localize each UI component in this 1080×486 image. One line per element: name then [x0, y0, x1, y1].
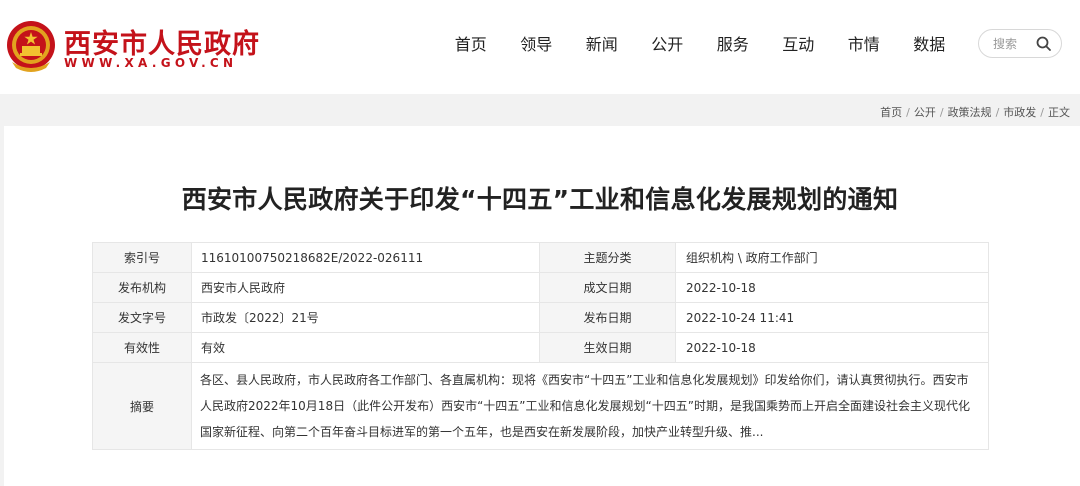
site-header: 西安市人民政府 WWW.XA.GOV.CN 首页 领导 新闻 公开 服务 互动 …: [0, 0, 1080, 94]
nav-item-services[interactable]: 服务: [700, 32, 766, 58]
table-row: 发文字号 市政发〔2022〕21号 发布日期 2022-10-24 11:41: [92, 302, 989, 333]
table-row: 索引号 11610100750218682E/2022-026111 主题分类 …: [92, 242, 989, 273]
publish-date-value: 2022-10-24 11:41: [675, 302, 989, 333]
written-date-label: 成文日期: [539, 272, 676, 303]
breadcrumb-item-home[interactable]: 首页: [880, 106, 902, 119]
table-row: 摘要 各区、县人民政府，市人民政府各工作部门、各直属机构：现将《西安市“十四五”…: [92, 362, 989, 450]
breadcrumb-separator: /: [906, 106, 910, 119]
breadcrumb-separator: /: [995, 106, 1000, 119]
validity-label: 有效性: [92, 332, 192, 363]
site-url: WWW.XA.GOV.CN: [64, 56, 238, 70]
document-info-table: 索引号 11610100750218682E/2022-026111 主题分类 …: [92, 242, 989, 450]
effective-date-value: 2022-10-18: [675, 332, 989, 363]
issuer-value: 西安市人民政府: [191, 272, 540, 303]
breadcrumb-item-current: 正文: [1048, 106, 1070, 119]
publish-date-label: 发布日期: [539, 302, 676, 333]
nav-item-news[interactable]: 新闻: [569, 32, 635, 58]
national-emblem-logo[interactable]: [6, 18, 56, 74]
nav-item-leaders[interactable]: 领导: [504, 32, 570, 58]
summary-label: 摘要: [92, 362, 192, 450]
nav-item-data[interactable]: 数据: [897, 32, 963, 58]
table-row: 有效性 有效 生效日期 2022-10-18: [92, 332, 989, 363]
validity-value: 有效: [191, 332, 540, 363]
article-title: 西安市人民政府关于印发“十四五”工业和信息化发展规划的通知: [181, 185, 899, 214]
search-box: [978, 29, 1062, 58]
nav-item-home[interactable]: 首页: [438, 32, 504, 58]
topic-value: 组织机构 \ 政府工作部门: [675, 242, 989, 273]
nav-item-public[interactable]: 公开: [635, 32, 701, 58]
breadcrumb-item-category[interactable]: 市政发: [1003, 106, 1036, 119]
topic-label: 主题分类: [539, 242, 676, 273]
nav-item-interaction[interactable]: 互动: [766, 32, 832, 58]
breadcrumb-separator: /: [939, 106, 944, 119]
main-nav: 首页 领导 新闻 公开 服务 互动 市情 数据: [438, 32, 962, 58]
breadcrumb-item-public[interactable]: 公开: [914, 106, 936, 119]
document-number-label: 发文字号: [92, 302, 192, 333]
breadcrumb: 首页 / 公开 / 政策法规 / 市政发 / 正文: [880, 104, 1070, 120]
written-date-value: 2022-10-18: [675, 272, 989, 303]
summary-value: 各区、县人民政府，市人民政府各工作部门、各直属机构：现将《西安市“十四五”工业和…: [191, 362, 989, 450]
table-row: 发布机构 西安市人民政府 成文日期 2022-10-18: [92, 272, 989, 303]
index-label: 索引号: [92, 242, 192, 273]
issuer-label: 发布机构: [92, 272, 192, 303]
breadcrumb-item-policy[interactable]: 政策法规: [948, 106, 992, 119]
breadcrumb-separator: /: [1040, 106, 1044, 119]
search-input[interactable]: [993, 35, 1041, 53]
index-value: 11610100750218682E/2022-026111: [191, 242, 540, 273]
effective-date-label: 生效日期: [539, 332, 676, 363]
document-number-value: 市政发〔2022〕21号: [191, 302, 540, 333]
search-icon[interactable]: [1035, 35, 1053, 53]
nav-item-city-info[interactable]: 市情: [831, 32, 897, 58]
